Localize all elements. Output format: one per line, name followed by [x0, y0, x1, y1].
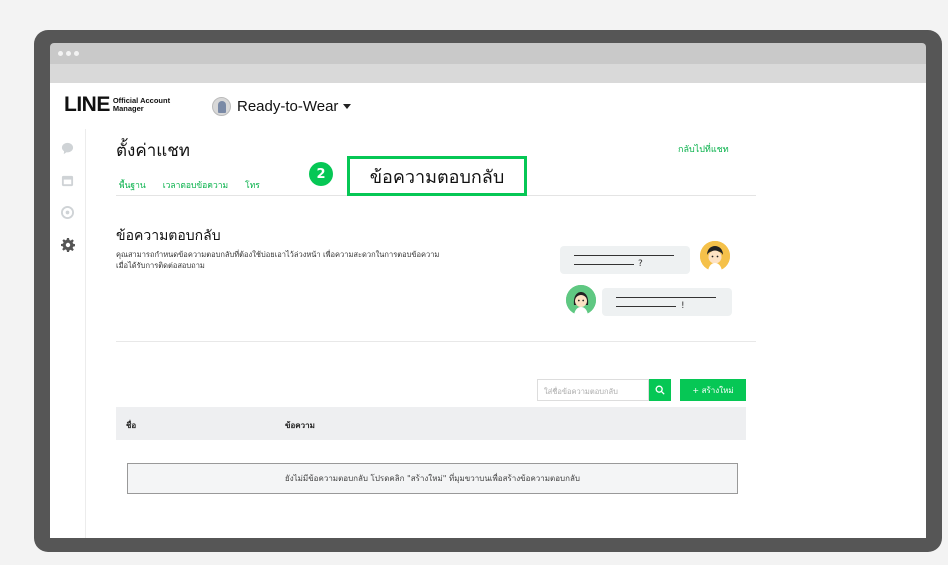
search-button[interactable] — [649, 379, 671, 401]
gear-icon[interactable] — [60, 237, 75, 252]
account-switcher[interactable]: Ready-to-Wear — [212, 97, 352, 116]
tab-response-hours[interactable]: เวลาตอบข้อความ — [163, 172, 228, 192]
search-icon — [655, 385, 665, 395]
product-name-line2: Manager — [112, 104, 144, 113]
coin-icon[interactable] — [60, 205, 75, 220]
product-name: Official Account Manager — [113, 97, 170, 113]
tab-basic[interactable]: พื้นฐาน — [119, 172, 146, 192]
answer-bubble: ! — [602, 288, 732, 316]
bubble-line — [574, 264, 634, 265]
section-description: คุณสามารถกำหนดข้อความตอบกลับที่ต้องใช้บ่… — [116, 249, 556, 271]
window-dot-minimize[interactable] — [66, 51, 71, 56]
create-new-button[interactable]: + สร้างใหม่ — [680, 379, 746, 401]
question-mark: ? — [638, 259, 643, 269]
column-header-message: ข้อความ — [285, 421, 315, 430]
chevron-down-icon — [343, 104, 352, 109]
tab-quick-replies-highlight[interactable]: ข้อความตอบกลับ — [347, 156, 527, 196]
table-header: ชื่อ ข้อความ — [116, 407, 746, 440]
page-title: ตั้งค่าแชท — [116, 141, 190, 161]
customer-avatar-icon — [700, 241, 730, 271]
empty-state-message: ยังไม่มีข้อความตอบกลับ โปรดคลิก "สร้างให… — [127, 463, 738, 494]
account-name: Ready-to-Wear — [237, 98, 339, 115]
column-header-name: ชื่อ — [126, 421, 137, 430]
calendar-icon[interactable] — [60, 173, 75, 188]
search-input[interactable]: ใส่ชื่อข้อความตอบกลับ — [537, 379, 649, 401]
window-dot-maximize[interactable] — [74, 51, 79, 56]
browser-titlebar — [50, 43, 926, 64]
section-description-line2: เมื่อได้รับการติดต่อสอบถาม — [116, 261, 205, 270]
app-window: LINE Official Account Manager Ready-to-W… — [50, 83, 926, 538]
tab-call[interactable]: โทร — [245, 172, 260, 192]
section-description-line1: คุณสามารถกำหนดข้อความตอบกลับที่ต้องใช้บ่… — [116, 250, 440, 259]
settings-tabs: พื้นฐาน เวลาตอบข้อความ โทร — [119, 172, 277, 192]
brand-logo[interactable]: LINE Official Account Manager — [64, 93, 170, 117]
bubble-line — [616, 306, 676, 307]
browser-toolbar-strip — [50, 64, 926, 83]
account-avatar — [212, 97, 231, 116]
sidebar — [50, 129, 86, 538]
back-to-chat-link[interactable]: กลับไปที่แชท — [678, 142, 729, 156]
bubble-line — [574, 255, 674, 256]
staff-avatar-icon — [566, 285, 596, 315]
step-number-badge: 2 — [309, 162, 333, 186]
section-divider — [116, 341, 756, 342]
bubble-line — [616, 297, 716, 298]
line-logo-text: LINE — [64, 93, 110, 116]
question-bubble: ? — [560, 246, 690, 274]
window-dot-close[interactable] — [58, 51, 63, 56]
chat-icon[interactable] — [60, 141, 75, 156]
section-title: ข้อความตอบกลับ — [116, 228, 221, 244]
exclamation-mark: ! — [681, 301, 685, 311]
